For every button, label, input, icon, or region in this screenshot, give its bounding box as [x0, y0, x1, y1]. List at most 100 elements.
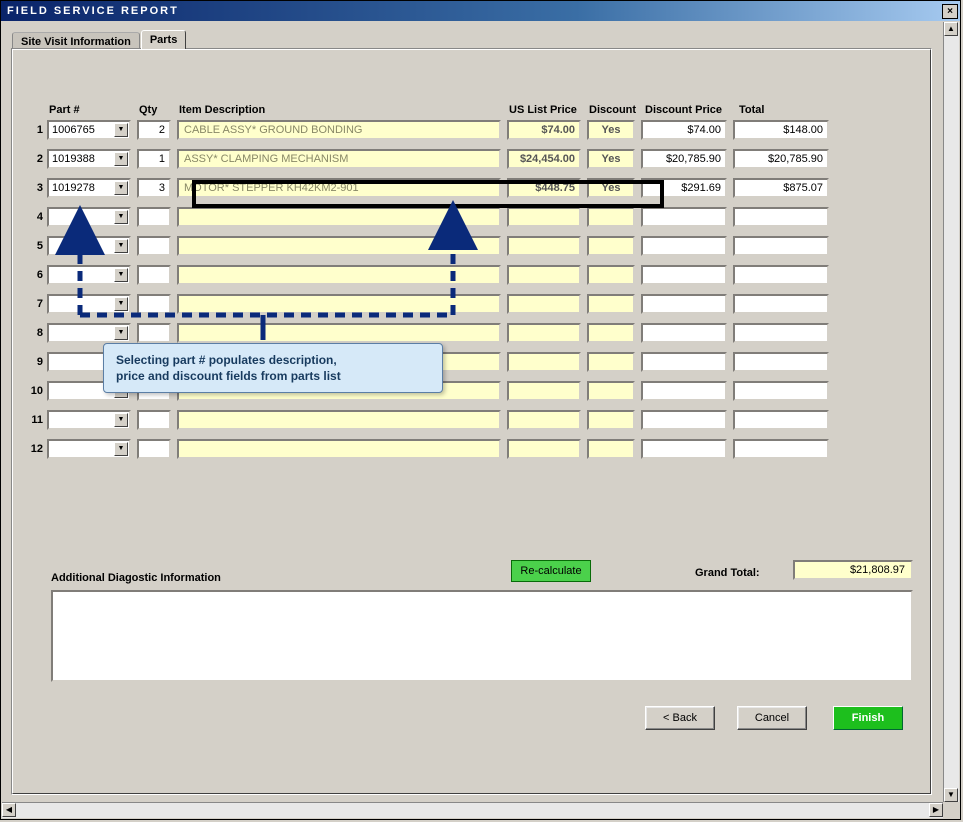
chevron-down-icon[interactable]: ▼	[114, 210, 128, 224]
qty-input[interactable]	[137, 236, 171, 256]
discount-price-field[interactable]	[641, 236, 727, 256]
discount-price-field[interactable]	[641, 410, 727, 430]
part-number-dropdown[interactable]: 1019388▼	[47, 149, 131, 169]
discount-price-field[interactable]	[641, 439, 727, 459]
row-number: 10	[29, 385, 47, 397]
back-button[interactable]: < Back	[645, 706, 715, 730]
row-total-field	[733, 381, 829, 401]
qty-input[interactable]: 2	[137, 120, 171, 140]
qty-input[interactable]	[137, 410, 171, 430]
discount-price-field[interactable]: $74.00	[641, 120, 727, 140]
table-row: 5▼	[29, 235, 916, 257]
list-price-field: $74.00	[507, 120, 581, 140]
part-number-dropdown[interactable]: ▼	[47, 294, 131, 314]
discount-price-field[interactable]: $291.69	[641, 178, 727, 198]
row-total-field	[733, 236, 829, 256]
discount-price-field[interactable]	[641, 352, 727, 372]
row-number: 12	[29, 443, 47, 455]
part-number-dropdown[interactable]: ▼	[47, 265, 131, 285]
close-icon[interactable]: ×	[942, 4, 958, 19]
discount-price-field[interactable]	[641, 265, 727, 285]
row-total-field	[733, 323, 829, 343]
horizontal-scrollbar[interactable]: ◀ ▶	[2, 802, 943, 818]
part-number-dropdown[interactable]: ▼	[47, 410, 131, 430]
row-total-field	[733, 265, 829, 285]
part-number-dropdown[interactable]: 1006765▼	[47, 120, 131, 140]
item-description-field	[177, 236, 501, 256]
qty-input[interactable]: 3	[137, 178, 171, 198]
finish-button[interactable]: Finish	[833, 706, 903, 730]
table-row: 4▼	[29, 206, 916, 228]
scroll-up-icon[interactable]: ▲	[944, 22, 958, 36]
item-description-field: ASSY* CLAMPING MECHANISM	[177, 149, 501, 169]
chevron-down-icon[interactable]: ▼	[114, 297, 128, 311]
diagnostic-label: Additional Diagostic Information	[51, 572, 221, 584]
item-description-field: CABLE ASSY* GROUND BONDING	[177, 120, 501, 140]
chevron-down-icon[interactable]: ▼	[114, 413, 128, 427]
discount-price-field[interactable]	[641, 207, 727, 227]
list-price-field	[507, 207, 581, 227]
chevron-down-icon[interactable]: ▼	[114, 152, 128, 166]
hdr-total: Total	[739, 104, 839, 116]
content-area: Site Visit Information Parts Part # Qty …	[2, 22, 943, 802]
discount-price-field[interactable]	[641, 381, 727, 401]
scroll-pane: Site Visit Information Parts Part # Qty …	[2, 22, 959, 818]
part-number-dropdown[interactable]: ▼	[47, 323, 131, 343]
chevron-down-icon[interactable]: ▼	[114, 181, 128, 195]
grand-total-field: $21,808.97	[793, 560, 913, 580]
discount-field	[587, 323, 635, 343]
qty-input[interactable]: 1	[137, 149, 171, 169]
discount-price-field[interactable]	[641, 323, 727, 343]
chevron-down-icon[interactable]: ▼	[114, 239, 128, 253]
discount-field: Yes	[587, 178, 635, 198]
hdr-part: Part #	[49, 104, 139, 116]
part-number-dropdown[interactable]: ▼	[47, 207, 131, 227]
vertical-scrollbar[interactable]: ▲ ▼	[943, 22, 959, 802]
list-price-field	[507, 381, 581, 401]
qty-input[interactable]	[137, 207, 171, 227]
discount-field	[587, 236, 635, 256]
chevron-down-icon[interactable]: ▼	[114, 326, 128, 340]
app-window: FIELD SERVICE REPORT × Site Visit Inform…	[0, 0, 961, 820]
chevron-down-icon[interactable]: ▼	[114, 442, 128, 456]
chevron-down-icon[interactable]: ▼	[114, 268, 128, 282]
hdr-desc: Item Description	[179, 104, 509, 116]
discount-field	[587, 439, 635, 459]
list-price-field	[507, 352, 581, 372]
scroll-right-icon[interactable]: ▶	[929, 803, 943, 817]
window-title: FIELD SERVICE REPORT	[7, 5, 179, 17]
discount-field	[587, 207, 635, 227]
hdr-qty: Qty	[139, 104, 179, 116]
diagnostic-textarea[interactable]	[51, 590, 913, 682]
part-number-dropdown[interactable]: 1019278▼	[47, 178, 131, 198]
part-number-dropdown[interactable]: ▼	[47, 439, 131, 459]
qty-input[interactable]	[137, 323, 171, 343]
table-row: 21019388▼ 1 ASSY* CLAMPING MECHANISM $24,45…	[29, 148, 916, 170]
row-total-field	[733, 352, 829, 372]
tab-parts[interactable]: Parts	[141, 30, 187, 49]
qty-input[interactable]	[137, 294, 171, 314]
cancel-button[interactable]: Cancel	[737, 706, 807, 730]
qty-input[interactable]	[137, 439, 171, 459]
item-description-field	[177, 439, 501, 459]
list-price-field	[507, 294, 581, 314]
discount-price-field[interactable]	[641, 294, 727, 314]
row-number: 6	[29, 269, 47, 281]
title-bar: FIELD SERVICE REPORT ×	[1, 1, 960, 21]
recalculate-button[interactable]: Re-calculate	[511, 560, 591, 582]
discount-price-field[interactable]: $20,785.90	[641, 149, 727, 169]
chevron-down-icon[interactable]: ▼	[114, 123, 128, 137]
item-description-field	[177, 265, 501, 285]
discount-field: Yes	[587, 149, 635, 169]
scroll-down-icon[interactable]: ▼	[944, 788, 958, 802]
row-number: 9	[29, 356, 47, 368]
row-number: 2	[29, 153, 47, 165]
table-row: 11006765▼2CABLE ASSY* GROUND BONDING$74.…	[29, 119, 916, 141]
column-headers: Part # Qty Item Description US List Pric…	[49, 104, 916, 116]
list-price-field: $24,454.00	[507, 149, 581, 169]
tab-panel: Part # Qty Item Description US List Pric…	[12, 49, 931, 794]
qty-input[interactable]	[137, 265, 171, 285]
part-number-dropdown[interactable]: ▼	[47, 236, 131, 256]
table-row: 11▼	[29, 409, 916, 431]
scroll-left-icon[interactable]: ◀	[2, 803, 16, 817]
